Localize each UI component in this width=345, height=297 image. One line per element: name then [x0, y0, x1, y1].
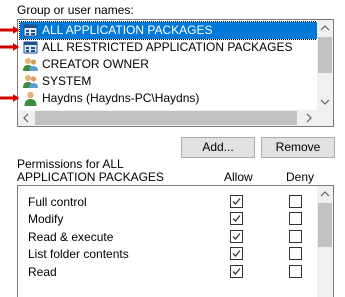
allow-checkbox[interactable]	[230, 230, 243, 243]
users-vertical-scrollbar[interactable]	[317, 20, 333, 110]
deny-checkbox[interactable]	[289, 247, 302, 260]
scroll-up-arrow-icon[interactable]	[317, 20, 333, 36]
permissions-list: Full control Modify Read & execute List …	[17, 185, 334, 297]
user-row-all-application-packages[interactable]: ALL APPLICATION PACKAGES	[19, 21, 330, 40]
deny-checkbox[interactable]	[289, 230, 302, 243]
group-or-user-names-label: Group or user names:	[17, 3, 134, 17]
permission-name: Read & execute	[28, 230, 114, 244]
permissions-label-principal: APPLICATION PACKAGES	[17, 170, 164, 184]
annotation-arrow-icon	[0, 26, 19, 34]
user-name: ALL APPLICATION PACKAGES	[42, 23, 213, 37]
user-name: ALL RESTRICTED APPLICATION PACKAGES	[42, 40, 293, 54]
permission-row-list-folder-contents: List folder contents	[18, 245, 318, 263]
allow-checkbox[interactable]	[230, 247, 243, 260]
app-package-icon	[23, 40, 38, 55]
allow-column-header: Allow	[224, 170, 253, 184]
permission-row-modify: Modify	[18, 210, 318, 228]
group-user-list[interactable]: ALL APPLICATION PACKAGES ALL RESTRICTED …	[17, 19, 334, 127]
allow-checkbox[interactable]	[230, 212, 243, 225]
users-horizontal-scroll-thumb[interactable]	[35, 111, 297, 125]
user-name: CREATOR OWNER	[42, 57, 149, 71]
users-vertical-scroll-thumb[interactable]	[318, 37, 332, 73]
user-group-icon	[23, 57, 38, 72]
allow-checkbox[interactable]	[230, 195, 243, 208]
user-group-icon	[23, 74, 38, 89]
annotation-arrow-icon	[0, 94, 19, 102]
deny-checkbox[interactable]	[289, 212, 302, 225]
user-row-all-restricted-application-packages[interactable]: ALL RESTRICTED APPLICATION PACKAGES	[21, 39, 326, 56]
permission-row-full-control: Full control	[18, 193, 318, 211]
add-button[interactable]: Add...	[181, 137, 255, 158]
scroll-up-arrow-icon[interactable]	[317, 186, 333, 202]
user-name: SYSTEM	[42, 74, 92, 88]
allow-checkbox[interactable]	[230, 265, 243, 278]
permissions-label: Permissions for ALL	[17, 157, 124, 171]
user-icon	[23, 91, 38, 106]
permissions-vertical-scroll-thumb[interactable]	[318, 203, 332, 247]
user-row-creator-owner[interactable]: CREATOR OWNER	[21, 56, 326, 73]
permission-row-read-execute: Read & execute	[18, 228, 318, 246]
scrollbar-corner	[317, 110, 333, 126]
user-name: Haydns (Haydns-PC\Haydns)	[42, 91, 200, 105]
deny-checkbox[interactable]	[289, 265, 302, 278]
user-row-system[interactable]: SYSTEM	[21, 73, 326, 90]
annotation-arrow-icon	[0, 43, 19, 51]
deny-column-header: Deny	[286, 170, 315, 184]
permission-name: List folder contents	[28, 247, 129, 261]
deny-checkbox[interactable]	[289, 195, 302, 208]
app-package-icon	[23, 23, 38, 38]
permission-row-read: Read	[18, 263, 318, 281]
scroll-left-arrow-icon[interactable]	[18, 110, 34, 126]
permissions-vertical-scrollbar[interactable]	[317, 186, 333, 297]
users-horizontal-scrollbar[interactable]	[18, 110, 317, 126]
permission-name: Full control	[28, 195, 87, 209]
permission-name: Modify	[28, 212, 64, 226]
permission-name: Read	[28, 265, 57, 279]
remove-button[interactable]: Remove	[261, 137, 335, 158]
scroll-down-arrow-icon[interactable]	[317, 94, 333, 110]
user-row-haydns[interactable]: Haydns (Haydns-PC\Haydns)	[21, 90, 326, 107]
scroll-right-arrow-icon[interactable]	[301, 110, 317, 126]
